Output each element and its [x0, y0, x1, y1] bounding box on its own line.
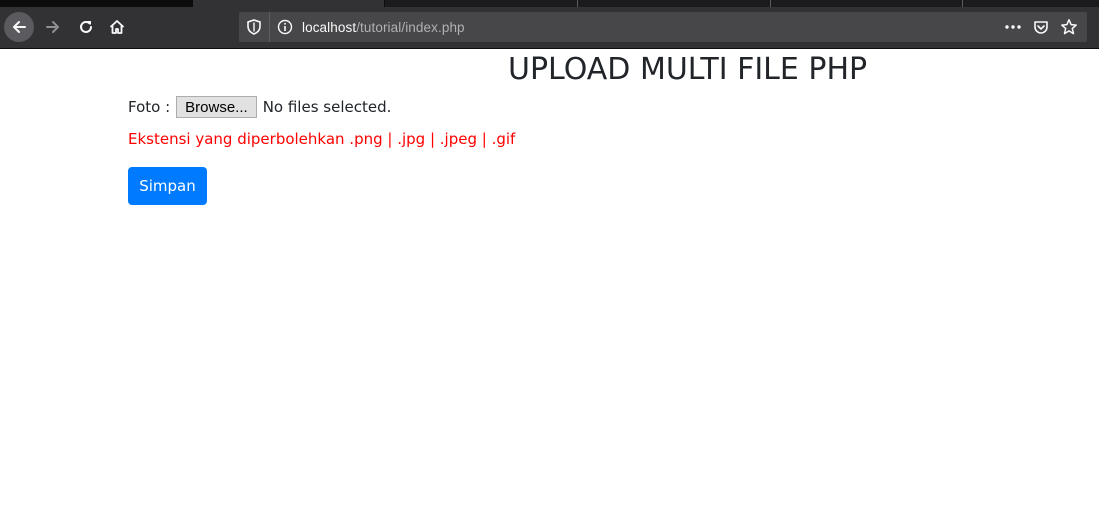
extension-hint: Ekstensi yang diperbolehkan .png | .jpg … — [128, 130, 516, 148]
arrow-left-icon — [13, 21, 26, 33]
tab-5[interactable] — [963, 0, 1099, 7]
tab-0[interactable] — [0, 0, 192, 7]
url-text[interactable]: localhost/tutorial/index.php — [302, 20, 465, 35]
tab-4[interactable] — [771, 0, 962, 7]
url-bar-actions — [999, 12, 1083, 42]
tab-strip — [0, 0, 1099, 7]
shield-icon[interactable] — [239, 12, 270, 42]
url-bar[interactable]: localhost/tutorial/index.php — [239, 12, 1087, 42]
browser-toolbar: localhost/tutorial/index.php — [0, 7, 1099, 49]
reload-icon — [80, 20, 92, 33]
star-icon[interactable] — [1055, 12, 1083, 42]
pocket-icon[interactable] — [1027, 12, 1055, 42]
forward-button[interactable] — [38, 12, 68, 42]
page-title: UPLOAD MULTI FILE PHP — [508, 52, 868, 87]
file-upload-row: Foto : Browse... No files selected. — [128, 95, 391, 119]
save-button[interactable]: Simpan — [128, 167, 207, 205]
info-icon[interactable] — [272, 12, 298, 42]
page-content: UPLOAD MULTI FILE PHP Foto : Browse... N… — [0, 49, 1099, 515]
foto-label: Foto : — [128, 98, 171, 116]
tab-2[interactable] — [385, 0, 577, 7]
home-button[interactable] — [102, 12, 132, 42]
url-path: /tutorial/index.php — [356, 19, 465, 35]
file-status: No files selected. — [262, 98, 392, 116]
home-icon — [109, 20, 125, 34]
more-dots-icon[interactable] — [999, 12, 1027, 42]
arrow-right-icon — [46, 21, 59, 33]
tab-active[interactable] — [193, 0, 384, 7]
browse-button[interactable]: Browse... — [176, 96, 257, 118]
url-host: localhost — [302, 19, 357, 35]
reload-button[interactable] — [71, 12, 101, 42]
tab-3[interactable] — [578, 0, 770, 7]
back-button[interactable] — [4, 12, 34, 42]
